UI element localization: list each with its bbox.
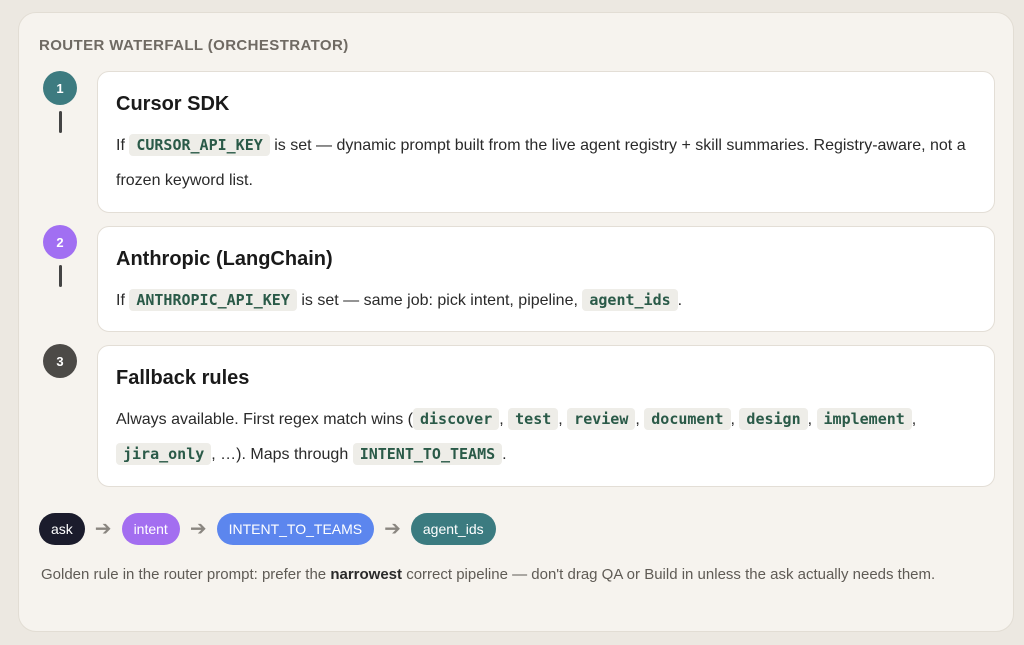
intent-flow: ask ➔ intent ➔ INTENT_TO_TEAMS ➔ agent_i… [39,513,496,545]
step-3-code-discover: discover [412,408,500,430]
step-3-code-jira-only: jira_only [116,443,212,465]
step-1-connector [59,111,62,133]
step-1-code-cursor-api-key: CURSOR_API_KEY [129,134,270,156]
step-1-description: If CURSOR_API_KEY is set — dynamic promp… [116,128,976,198]
step-3-card: Fallback rules Always available. First r… [97,345,995,487]
step-1-badge: 1 [43,71,77,105]
panel-title: ROUTER WATERFALL (ORCHESTRATOR) [39,37,349,54]
footnote-post: correct pipeline — don't drag QA or Buil… [406,566,936,583]
router-waterfall-panel: ROUTER WATERFALL (ORCHESTRATOR) 1 Cursor… [18,12,1014,632]
step-3-text-ellipsis: , …). Maps through [211,446,349,463]
step-3-sep: , [911,411,917,428]
flow-arrow-icon: ➔ [94,518,112,540]
step-3-badge: 3 [43,344,77,378]
step-2-text-pre: If [116,292,125,309]
step-2-description: If ANTHROPIC_API_KEY is set — same job: … [116,283,976,318]
step-2-card: Anthropic (LangChain) If ANTHROPIC_API_K… [97,226,995,332]
flow-pill-intent-to-teams: INTENT_TO_TEAMS [216,513,375,545]
footnote-pre: Golden rule in the router prompt: prefer… [41,566,327,583]
footnote-bold: narrowest [330,566,403,583]
step-3-code-implement: implement [816,408,912,430]
step-1-card: Cursor SDK If CURSOR_API_KEY is set — dy… [97,71,995,213]
step-2-code-anthropic-api-key: ANTHROPIC_API_KEY [129,289,297,311]
step-2-code-agent-ids: agent_ids [582,289,678,311]
step-2-title: Anthropic (LangChain) [116,248,333,270]
step-3-text-pre: Always available. First regex match wins… [116,411,413,428]
step-3-sep: , [730,411,735,428]
golden-rule-footnote: Golden rule in the router prompt: prefer… [41,562,981,587]
step-1-text-pre: If [116,137,125,154]
step-3-sep: , [807,411,813,428]
step-1-title: Cursor SDK [116,93,230,115]
step-3-code-design: design [739,408,808,430]
step-2-text-mid: is set — same job: pick intent, pipeline… [301,292,578,309]
step-3-code-test: test [508,408,559,430]
flow-pill-intent: intent [121,513,180,545]
step-2-text-end: . [677,292,683,309]
step-3-sep: , [635,411,640,428]
step-2-badge: 2 [43,225,77,259]
step-3-code-document: document [644,408,731,430]
step-3-code-intent-to-teams: INTENT_TO_TEAMS [352,443,503,465]
step-3-sep: , [499,411,504,428]
step-3-text-end: . [502,446,507,463]
flow-arrow-icon: ➔ [384,518,401,540]
step-3-code-review: review [567,408,636,430]
flow-pill-agent-ids: agent_ids [410,513,496,545]
step-3-description: Always available. First regex match wins… [116,402,976,472]
flow-pill-ask: ask [39,513,85,545]
step-3-sep: , [558,411,563,428]
flow-arrow-icon: ➔ [189,518,207,540]
step-3-title: Fallback rules [116,367,250,389]
step-2-connector [59,265,62,287]
